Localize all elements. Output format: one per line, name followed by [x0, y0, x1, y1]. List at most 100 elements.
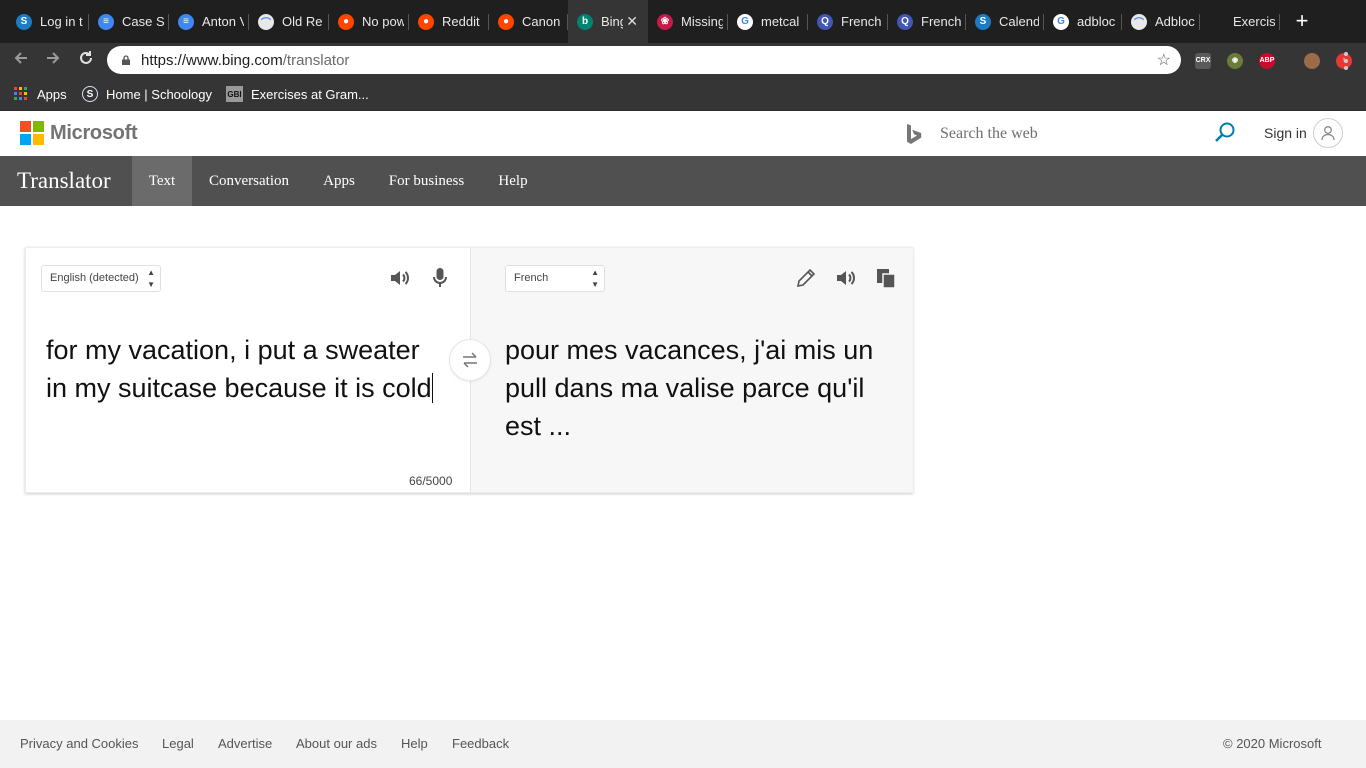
gbi-icon: GBI	[226, 86, 243, 102]
bookmarks-bar: Apps S Home | Schoology GBI Exercises at…	[0, 77, 1366, 111]
footer-link-about-ads[interactable]: About our ads	[296, 736, 377, 751]
browser-tab[interactable]: ● Canon	[489, 0, 568, 43]
bing-logo-icon	[906, 123, 922, 151]
translator-brand[interactable]: Translator	[17, 168, 111, 194]
target-language-select[interactable]: French ▲ ▼	[505, 265, 605, 292]
tab-separator	[408, 14, 409, 30]
crx-icon[interactable]: CRX	[1195, 53, 1211, 69]
browser-tab[interactable]: Gadbloc	[1044, 0, 1122, 43]
back-button[interactable]	[10, 49, 32, 71]
footer-link-advertise[interactable]: Advertise	[218, 736, 272, 751]
browser-tab[interactable]: ⌒ Adbloc	[1122, 0, 1200, 43]
footer-link-feedback[interactable]: Feedback	[452, 736, 509, 751]
tab-title: adbloc	[1077, 14, 1116, 29]
browser-tab[interactable]: S Calend	[966, 0, 1044, 43]
tab-title: metcal	[761, 14, 800, 29]
tab-separator	[168, 14, 169, 30]
schoology-icon: S	[16, 13, 32, 30]
close-tab-icon[interactable]: ✕	[626, 13, 638, 30]
browser-tab[interactable]: ⌒ Old Re	[249, 0, 329, 43]
copy-icon[interactable]	[874, 266, 898, 290]
google-docs-icon: ≡	[98, 13, 114, 30]
browser-tab[interactable]: ≡ Case S	[89, 0, 169, 43]
translator-nav: Translator Text Conversation Apps For bu…	[0, 156, 1366, 206]
tab-separator	[328, 14, 329, 30]
source-text-input[interactable]: for my vacation, i put a sweater in my s…	[46, 331, 446, 407]
bookmark-schoology[interactable]: S Home | Schoology	[82, 84, 212, 104]
tab-title: Canon	[522, 14, 561, 29]
sign-in-link[interactable]: Sign in	[1264, 125, 1307, 141]
browser-tab[interactable]: ❀ Missing	[648, 0, 728, 43]
tab-separator	[248, 14, 249, 30]
new-tab-button[interactable]: +	[1291, 10, 1313, 32]
character-counter: 66/5000	[409, 474, 453, 488]
select-arrows-icon: ▲ ▼	[147, 267, 155, 289]
tab-separator	[965, 14, 966, 30]
bing-icon: b	[577, 13, 593, 30]
swap-arrows-icon	[463, 352, 477, 368]
profile-photo-icon[interactable]	[1304, 53, 1320, 69]
edit-pencil-icon[interactable]	[794, 266, 818, 290]
tab-strip: Exercis ⌒ Adbloc Gadbloc S Calend Q French Q Fren…	[0, 0, 1366, 43]
browser-tab[interactable]: Q French	[888, 0, 966, 43]
bookmark-label: Apps	[37, 86, 67, 102]
tab-title: Adbloc	[1155, 14, 1195, 29]
tab-title: Log in t	[40, 14, 83, 29]
bookmark-apps[interactable]: Apps	[13, 84, 67, 104]
tab-title: No pow	[362, 14, 404, 29]
nav-tab-help[interactable]: Help	[485, 156, 541, 206]
owl-icon[interactable]: ◉	[1227, 53, 1243, 69]
web-search-input[interactable]	[940, 123, 1200, 145]
browser-tab[interactable]: ● Reddit	[409, 0, 489, 43]
bookmark-gbi[interactable]: GBI Exercises at Gram...	[226, 84, 369, 104]
tab-title: Missing	[681, 14, 723, 29]
microphone-icon[interactable]	[428, 266, 452, 290]
address-bar[interactable]: https://www.bing.com/translator ☆	[107, 46, 1181, 74]
tab-title: Reddit	[442, 14, 480, 29]
source-speaker-icon[interactable]	[388, 266, 412, 290]
schoology-icon: S	[82, 86, 98, 102]
browser-tab[interactable]: b Bing✕	[568, 0, 648, 43]
nav-tab-apps[interactable]: Apps	[310, 156, 368, 206]
microsoft-logo[interactable]: Microsoft	[20, 121, 138, 145]
reload-button[interactable]	[75, 49, 97, 71]
footer-link-help[interactable]: Help	[401, 736, 428, 751]
google-docs-icon: ≡	[178, 13, 194, 30]
tab-title: Bing	[601, 14, 623, 29]
google-icon: G	[737, 13, 753, 30]
browser-tab[interactable]: ≡ Anton V	[169, 0, 249, 43]
microsoft-header: Microsoft Sign in	[0, 111, 1366, 156]
reload-icon	[80, 51, 92, 64]
source-language-value: English (detected)	[50, 272, 139, 284]
tab-title: Calend	[999, 14, 1039, 29]
user-avatar-icon[interactable]	[1313, 118, 1343, 148]
browser-tab[interactable]: ● No pow	[329, 0, 409, 43]
tab-separator	[488, 14, 489, 30]
tab-title: Case S	[122, 14, 164, 29]
browser-menu-icon[interactable]	[1344, 52, 1348, 70]
footer-link-legal[interactable]: Legal	[162, 736, 194, 751]
target-pane: French ▲ ▼ pour mes vacances, j'ai mis un…	[470, 248, 913, 492]
tab-separator	[727, 14, 728, 30]
tab-title: Anton V	[202, 14, 244, 29]
browser-tab[interactable]: Q French	[808, 0, 888, 43]
nav-tab-conversation[interactable]: Conversation	[194, 156, 304, 206]
select-arrows-icon: ▲ ▼	[591, 267, 599, 289]
browser-tab[interactable]: S Log in t	[7, 0, 89, 43]
reddit-icon: ●	[338, 13, 354, 30]
adblock-plus-icon[interactable]: ABP	[1259, 53, 1275, 69]
schoology-icon: S	[975, 13, 991, 30]
footer-link-privacy[interactable]: Privacy and Cookies	[20, 736, 139, 751]
rainbow-icon: ⌒	[258, 13, 274, 30]
browser-tab[interactable]: Gmetcal	[728, 0, 808, 43]
search-icon[interactable]	[1214, 122, 1236, 144]
microsoft-squares-icon	[20, 121, 44, 145]
source-language-select[interactable]: English (detected) ▲ ▼	[41, 265, 161, 292]
swap-languages-button[interactable]	[449, 339, 491, 381]
nav-tab-for-business[interactable]: For business	[375, 156, 478, 206]
target-speaker-icon[interactable]	[834, 266, 858, 290]
browser-tab[interactable]: Exercis	[1200, 0, 1280, 43]
forward-button[interactable]	[42, 49, 64, 71]
bookmark-star-icon[interactable]: ☆	[1157, 50, 1171, 70]
nav-tab-text[interactable]: Text	[132, 156, 192, 206]
